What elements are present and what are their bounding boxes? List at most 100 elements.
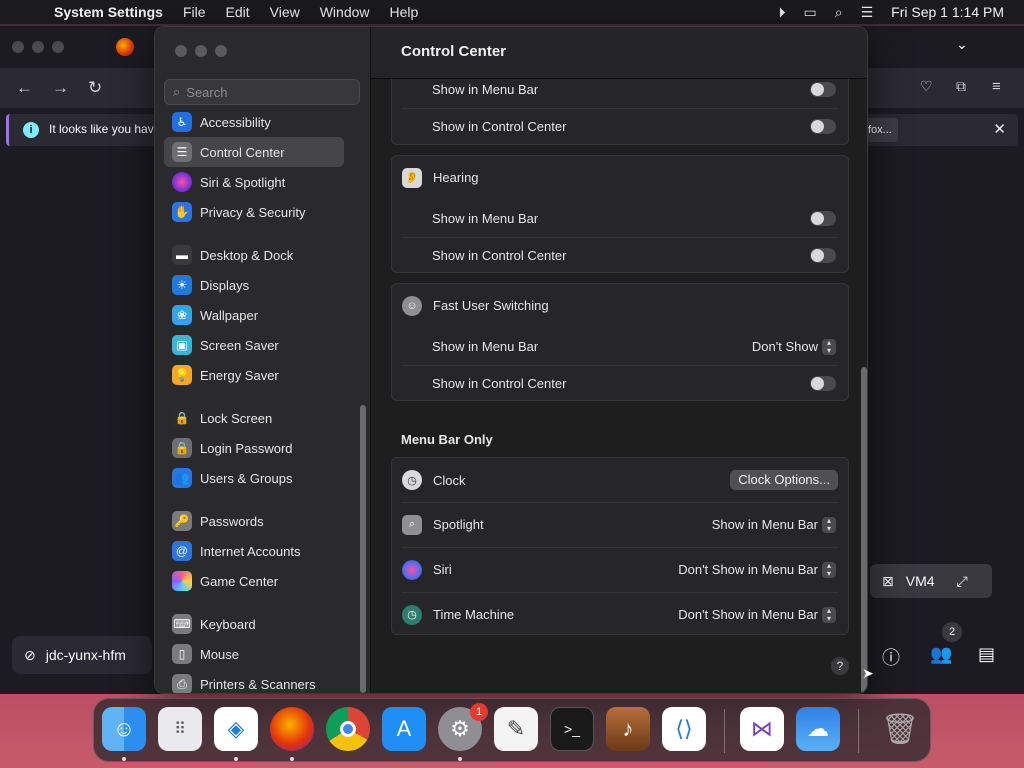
menu-help[interactable]: Help (390, 4, 419, 20)
chrome-icon[interactable] (326, 707, 370, 751)
reload-icon[interactable]: ↻ (88, 78, 102, 98)
menu-view[interactable]: View (270, 4, 300, 20)
safari-icon[interactable]: ◈ (214, 707, 258, 751)
sidebar-item-wallpaper[interactable]: ❀ Wallpaper (164, 300, 344, 330)
module-title: Fast User Switching (433, 298, 549, 313)
popup-fast-user-menu-bar[interactable]: Don't Show ▴ ▾ (752, 338, 836, 355)
vm-pill[interactable]: ⊠ VM4 ⤢ (870, 564, 992, 598)
sidebar-item-lock-screen[interactable]: 🔒 Lock Screen (164, 403, 344, 433)
window-traffic-lights[interactable] (175, 45, 227, 57)
main-scrollbar[interactable] (861, 367, 867, 693)
vscode-icon[interactable]: ⟨⟩ (662, 707, 706, 751)
back-icon[interactable]: ← (16, 78, 33, 98)
row-show-menu-bar: Show in Menu Bar (392, 71, 848, 108)
pocket-icon[interactable]: ♡ (920, 78, 933, 95)
spotlight-search-icon[interactable]: ⌕ (835, 4, 843, 21)
clock-options-button[interactable]: Clock Options... (730, 470, 838, 490)
row-label: Show in Control Center (432, 248, 567, 263)
popup-value: Show in Menu Bar (711, 517, 818, 532)
chat-icon[interactable]: ▤ (978, 644, 995, 665)
help-button[interactable]: ? (831, 657, 849, 675)
finder-icon[interactable]: ☺ (102, 707, 146, 751)
toggle-hearing-control-center[interactable] (810, 248, 836, 263)
sidebar-item-accessibility[interactable]: ♿ Accessibility (164, 107, 344, 137)
toggle-fast-user-control-center[interactable] (810, 376, 836, 391)
updown-chevron-icon: ▴ ▾ (822, 338, 836, 355)
toggle-hearing-menu-bar[interactable] (810, 211, 836, 226)
sidebar-item-siri-spotlight[interactable]: Siri & Spotlight (164, 167, 344, 197)
firefox-icon[interactable] (270, 707, 314, 751)
control-center-icon: ☰ (172, 142, 192, 162)
trash-icon[interactable]: 🗑 (878, 707, 922, 751)
expand-icon[interactable]: ⤢ (957, 573, 968, 590)
hamburger-menu-icon[interactable]: ≡ (992, 78, 1001, 95)
sidebar-scrollbar[interactable] (360, 405, 366, 693)
system-settings-icon[interactable]: ⚙ 1 (438, 703, 488, 751)
user-circle-icon: ☺ (402, 295, 422, 316)
toggle-show-control-center[interactable] (810, 119, 836, 134)
sidebar-item-displays[interactable]: ☀ Displays (164, 270, 344, 300)
popup-time-machine[interactable]: Don't Show in Menu Bar ▴ ▾ (678, 606, 836, 623)
launchpad-icon[interactable]: ⠿ (158, 707, 202, 751)
screen-mirror-icon[interactable]: ▭ (804, 4, 817, 21)
sidebar-item-label: Siri & Spotlight (200, 174, 286, 190)
notification-text: It looks like you have (49, 122, 161, 136)
sidebar-item-mouse[interactable]: ▯ Mouse (164, 639, 344, 669)
terminal-icon[interactable]: >_ (550, 707, 594, 751)
browser-traffic-lights[interactable] (12, 41, 64, 53)
panel-previous-module: Show in Menu Bar Show in Control Center (391, 79, 849, 145)
session-name-pill[interactable]: ⊘ jdc-yunx-hfm (12, 636, 152, 674)
popup-spotlight[interactable]: Show in Menu Bar ▴ ▾ (711, 516, 836, 533)
garageband-icon[interactable]: ♪ (606, 707, 650, 751)
popup-value: Don't Show in Menu Bar (678, 607, 818, 622)
sidebar-item-passwords[interactable]: 🔑 Passwords (164, 506, 344, 536)
sidebar-item-printers-scanners[interactable]: ⎙ Printers & Scanners (164, 669, 344, 693)
notification-button[interactable]: fox... (864, 118, 898, 142)
sidebar-item-label: Printers & Scanners (200, 676, 316, 692)
forward-icon[interactable]: → (52, 78, 69, 98)
control-center-menubar-icon[interactable]: ☰ (861, 4, 874, 21)
row-show-control-center: Show in Control Center (392, 108, 848, 145)
accessibility-icon: ♿ (172, 112, 192, 132)
sidebar-item-internet-accounts[interactable]: @ Internet Accounts (164, 536, 344, 566)
popup-siri[interactable]: Don't Show in Menu Bar ▴ ▾ (678, 561, 836, 578)
sidebar-item-desktop-dock[interactable]: ▬ Desktop & Dock (164, 240, 344, 270)
visual-studio-icon[interactable]: ⋈ (740, 707, 784, 751)
sidebar-item-game-center[interactable]: Game Center (164, 566, 344, 596)
sidebar-item-keyboard[interactable]: ⌨ Keyboard (164, 609, 344, 639)
menubar-clock[interactable]: Fri Sep 1 1:14 PM (891, 4, 1004, 20)
firefox-tab-icon[interactable] (116, 38, 134, 56)
menu-window[interactable]: Window (320, 4, 370, 20)
sidebar-item-screen-saver[interactable]: ▣ Screen Saver (164, 330, 344, 360)
row-label: Show in Menu Bar (432, 339, 539, 354)
search-placeholder: Search (186, 84, 228, 100)
sidebar-item-energy-saver[interactable]: 💡 Energy Saver (164, 360, 344, 390)
section-title-menu-bar-only: Menu Bar Only (401, 432, 493, 447)
chevron-down-icon[interactable]: ⌄ (956, 36, 968, 53)
toggle-show-menu-bar[interactable] (810, 82, 836, 97)
search-icon: ⌕ (173, 84, 181, 99)
row-label: Show in Menu Bar (432, 211, 539, 226)
app-store-icon[interactable]: A (382, 707, 426, 751)
running-indicator (458, 757, 462, 761)
dock: ☺ ⠿ ◈ A ⚙ 1 ✎ >_ ♪ ⟨⟩ ⋈ ☁ 🗑 (93, 698, 931, 762)
search-field[interactable]: ⌕ Search (164, 79, 360, 105)
sidebar-item-login-password[interactable]: 🔒 Login Password (164, 433, 344, 463)
users-icon: 👥 (172, 468, 192, 488)
extensions-icon[interactable]: ⧉ (956, 78, 966, 95)
mouse-icon: ▯ (172, 644, 192, 664)
screen-record-icon[interactable]: ⏵ (779, 4, 786, 21)
settings-main: Control Center Show in Menu Bar Show in … (371, 27, 867, 693)
menu-app-name[interactable]: System Settings (54, 4, 163, 20)
sidebar-item-control-center[interactable]: ☰ Control Center (164, 137, 344, 167)
updown-chevron-icon: ▴ ▾ (822, 516, 836, 533)
menu-edit[interactable]: Edit (226, 4, 250, 20)
textedit-icon[interactable]: ✎ (494, 707, 538, 751)
weather-icon[interactable]: ☁ (796, 707, 840, 751)
info-circle-icon[interactable]: ⓘ (882, 644, 900, 670)
menu-file[interactable]: File (183, 4, 206, 20)
sidebar-item-users-groups[interactable]: 👥 Users & Groups (164, 463, 344, 493)
participants-icon[interactable]: 👥 (930, 644, 952, 665)
close-icon[interactable]: ✕ (993, 120, 1006, 138)
sidebar-item-privacy-security[interactable]: ✋ Privacy & Security (164, 197, 344, 227)
